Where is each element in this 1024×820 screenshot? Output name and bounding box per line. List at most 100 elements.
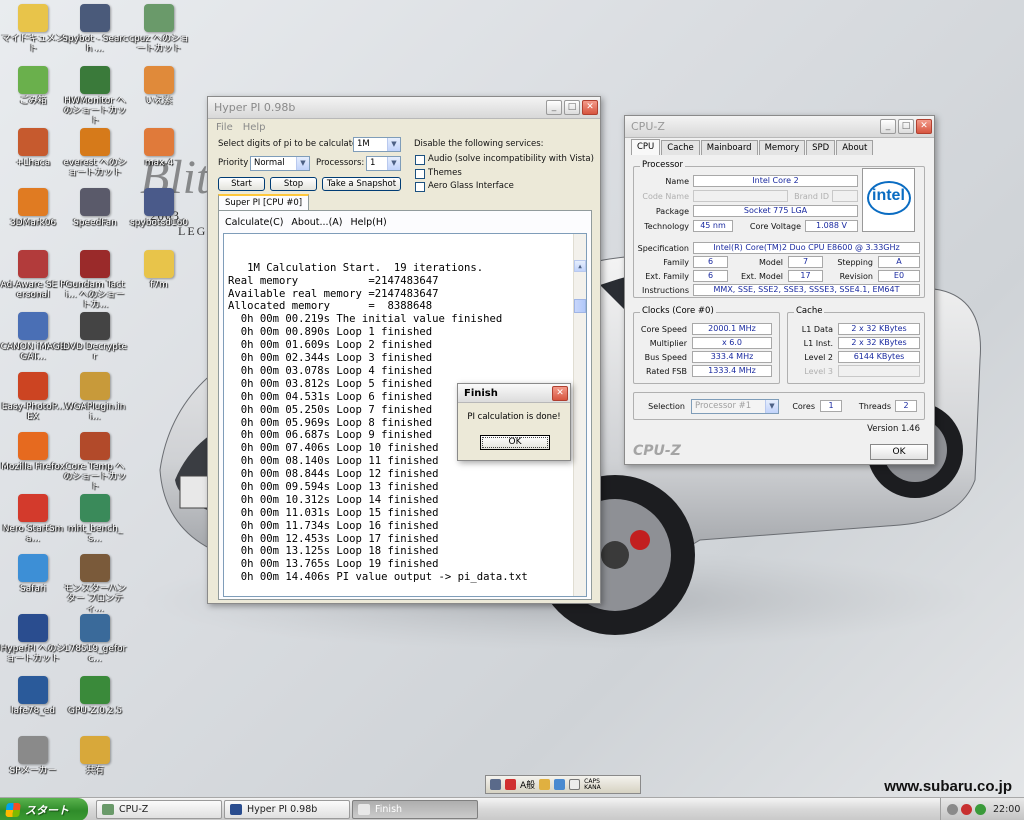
log-line: 0h 00m 01.609s Loop 2 finished — [228, 339, 433, 352]
language-bar[interactable]: A般 CAPS KANA — [485, 775, 641, 794]
chevron-down-icon[interactable]: ▼ — [387, 157, 400, 170]
digits-select[interactable]: 1M ▼ — [353, 137, 401, 152]
desktop-icon[interactable]: max-4 — [126, 128, 192, 168]
pad-icon[interactable] — [539, 779, 551, 790]
priority-select[interactable]: Normal ▼ — [250, 156, 310, 171]
desktop-icon[interactable]: spybotsd160 — [126, 188, 192, 228]
log-line: 0h 00m 10.312s Loop 14 finished — [228, 493, 439, 506]
desktop-icon-label: mht_bench_s... — [67, 524, 123, 544]
ime-icon[interactable] — [505, 779, 516, 790]
finish-titlebar[interactable]: Finish ✕ — [458, 384, 570, 403]
menu-file[interactable]: File — [216, 122, 233, 133]
tab-cache[interactable]: Cache — [661, 140, 700, 155]
scroll-up-icon[interactable]: ▲ — [574, 259, 586, 272]
chevron-down-icon[interactable]: ▼ — [387, 138, 400, 151]
chevron-down-icon[interactable]: ▼ — [765, 400, 778, 413]
desktop-icon[interactable]: Easy-PhotoP... EX — [0, 372, 66, 422]
maximize-button[interactable]: □ — [564, 100, 580, 115]
desktop-icon[interactable]: HWMonitor へのショートカット — [62, 66, 128, 126]
taskbar-item-finish[interactable]: Finish — [352, 800, 478, 819]
log-scrollbar[interactable]: ▲ — [573, 234, 586, 596]
desktop-icon[interactable]: Gundam Tacti... へのショートカ... — [62, 250, 128, 310]
security-icon[interactable] — [961, 804, 972, 815]
log-line: 0h 00m 11.734s Loop 16 finished — [228, 519, 439, 532]
input-method-icon[interactable] — [490, 779, 501, 790]
desktop-icon[interactable]: mht_bench_s... — [62, 494, 128, 544]
cpuz-window[interactable]: CPU-Z _ □ ✕ CPU Cache Mainboard Memory S… — [624, 115, 935, 465]
tab-spd[interactable]: SPD — [806, 140, 836, 155]
cpuz-icon — [102, 804, 114, 815]
desktop-icon[interactable]: CANON iMAGE GAT... — [0, 312, 66, 362]
network-icon[interactable] — [975, 804, 986, 815]
desktop-icon[interactable]: 3DMark06 — [0, 188, 66, 228]
desktop-icon[interactable]: 共有 — [62, 736, 128, 776]
desktop-icon[interactable]: SPメーカー — [0, 736, 66, 776]
desktop-icon[interactable]: モンスターハンター フロンティ... — [62, 554, 128, 614]
start-button[interactable]: スタート — [0, 798, 88, 820]
family-value: 6 — [693, 256, 728, 268]
close-button[interactable]: ✕ — [552, 385, 568, 401]
tab-cpu[interactable]: CPU — [631, 139, 661, 155]
hyperpi-titlebar[interactable]: Hyper PI 0.98b _ □ ✕ — [208, 97, 600, 119]
desktop-icon[interactable]: Nero StartSma... — [0, 494, 66, 544]
scroll-thumb[interactable] — [574, 298, 586, 313]
minimize-button[interactable]: _ — [546, 100, 562, 115]
tool-icon[interactable] — [554, 779, 566, 790]
start-button[interactable]: Start — [218, 177, 265, 191]
ime-mode[interactable]: A般 — [520, 778, 535, 791]
menu-calculate[interactable]: Calculate(C) — [225, 217, 283, 228]
desktop-icon-label: Spybot - Search ... — [62, 34, 128, 54]
help-icon[interactable] — [569, 779, 581, 790]
menu-help-h[interactable]: Help(H) — [350, 217, 386, 228]
ok-button[interactable]: OK — [480, 435, 550, 450]
clock[interactable]: 22:00 — [993, 804, 1020, 815]
desktop-icon[interactable]: SpeedFan — [62, 188, 128, 228]
desktop-icon[interactable]: いえ素 — [126, 66, 192, 106]
desktop-icon[interactable]: WGAPlugin.ini... — [62, 372, 128, 422]
tab-super-pi-cpu0[interactable]: Super PI [CPU #0] — [218, 194, 310, 210]
desktop-icon[interactable]: Safari — [0, 554, 66, 594]
desktop-icon[interactable]: マイドキュメント — [0, 4, 66, 54]
tab-about[interactable]: About — [836, 140, 874, 155]
processors-select[interactable]: 1 ▼ — [366, 156, 401, 171]
desktop-icon[interactable]: Core Temp へのショートカット — [62, 432, 128, 492]
finish-dialog[interactable]: Finish ✕ PI calculation is done! OK — [457, 383, 571, 461]
tab-mainboard[interactable]: Mainboard — [700, 140, 758, 155]
snapshot-button[interactable]: Take a Snapshot — [322, 177, 401, 191]
selection-select[interactable]: Processor #1 ▼ — [691, 399, 779, 414]
desktop-icon[interactable]: everest へのショートカット — [62, 128, 128, 178]
cpuz-ok-button[interactable]: OK — [870, 444, 928, 460]
taskbar-item-hyperpi[interactable]: Hyper PI 0.98b — [224, 800, 350, 819]
chevron-down-icon[interactable]: ▼ — [296, 157, 309, 170]
desktop-icon[interactable]: Spybot - Search ... — [62, 4, 128, 54]
minimize-button[interactable]: _ — [880, 119, 896, 134]
maximize-button[interactable]: □ — [898, 119, 914, 134]
menu-help[interactable]: Help — [243, 122, 266, 133]
desktop-icon[interactable]: Mozilla Firefox — [0, 432, 66, 472]
themes-checkbox[interactable]: Themes — [415, 168, 462, 179]
menu-about[interactable]: About...(A) — [291, 217, 342, 228]
desktop-icon[interactable]: f7m — [126, 250, 192, 290]
desktop-icon[interactable]: Ad-Aware SE Personal — [0, 250, 66, 300]
desktop-icon[interactable]: GPU-Z.0.2.5 — [62, 676, 128, 716]
desktop-icon[interactable]: lafe78_ed — [0, 676, 66, 716]
close-button[interactable]: ✕ — [582, 100, 598, 115]
hyperpi-window[interactable]: Hyper PI 0.98b _ □ ✕ File Help Select di… — [207, 96, 601, 604]
desktop-icon[interactable]: cpuz へのショートカット — [126, 4, 192, 54]
desktop-icon[interactable]: 178519_geforc... — [62, 614, 128, 664]
close-button[interactable]: ✕ — [916, 119, 932, 134]
desktop-icon[interactable]: DVD Decrypter — [62, 312, 128, 362]
desktop-icon[interactable]: ごみ箱 — [0, 66, 66, 106]
stop-button[interactable]: Stop — [270, 177, 317, 191]
audio-checkbox[interactable]: Audio (solve incompatibility with Vista) — [415, 154, 594, 165]
desktop-icon[interactable]: HyperPI へのショートカット — [0, 614, 66, 664]
desktop-icon[interactable]: +Lhaca — [0, 128, 66, 168]
desktop-icon-label: マイドキュメント — [1, 34, 65, 54]
recycle-bin-icon — [18, 66, 48, 94]
cpuz-titlebar[interactable]: CPU-Z _ □ ✕ — [625, 116, 934, 138]
tray-arrow-icon[interactable] — [947, 804, 958, 815]
extfamily-value: 6 — [693, 270, 728, 282]
tab-memory[interactable]: Memory — [758, 140, 806, 155]
taskbar-item-cpuz[interactable]: CPU-Z — [96, 800, 222, 819]
aero-checkbox[interactable]: Aero Glass Interface — [415, 181, 514, 192]
